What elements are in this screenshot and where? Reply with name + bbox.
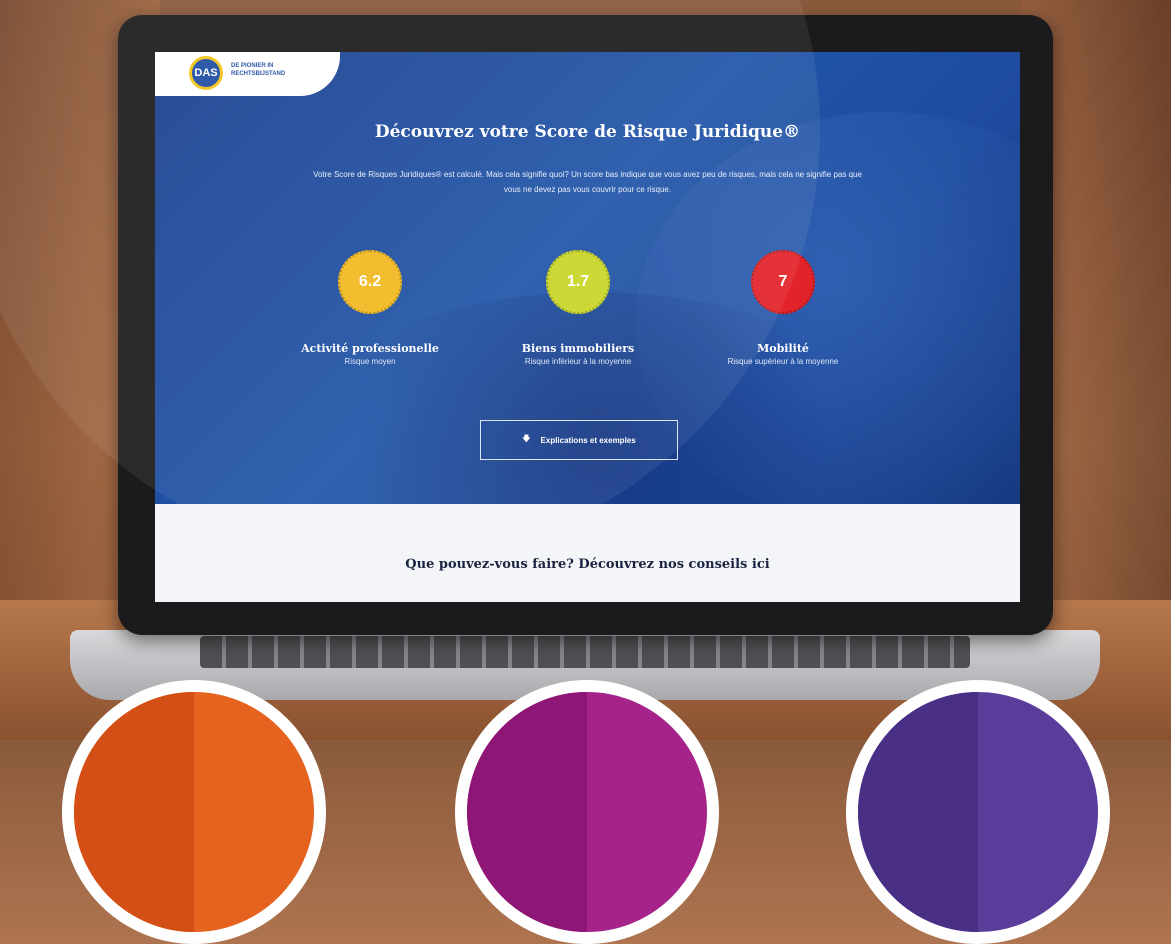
advice-title: Que pouvez-vous faire? Découvrez nos con… — [405, 557, 770, 572]
purple-circle-graphic — [455, 680, 719, 944]
orange-circle-graphic — [62, 680, 326, 944]
violet-circle-graphic — [846, 680, 1110, 944]
laptop-keyboard — [200, 636, 970, 668]
